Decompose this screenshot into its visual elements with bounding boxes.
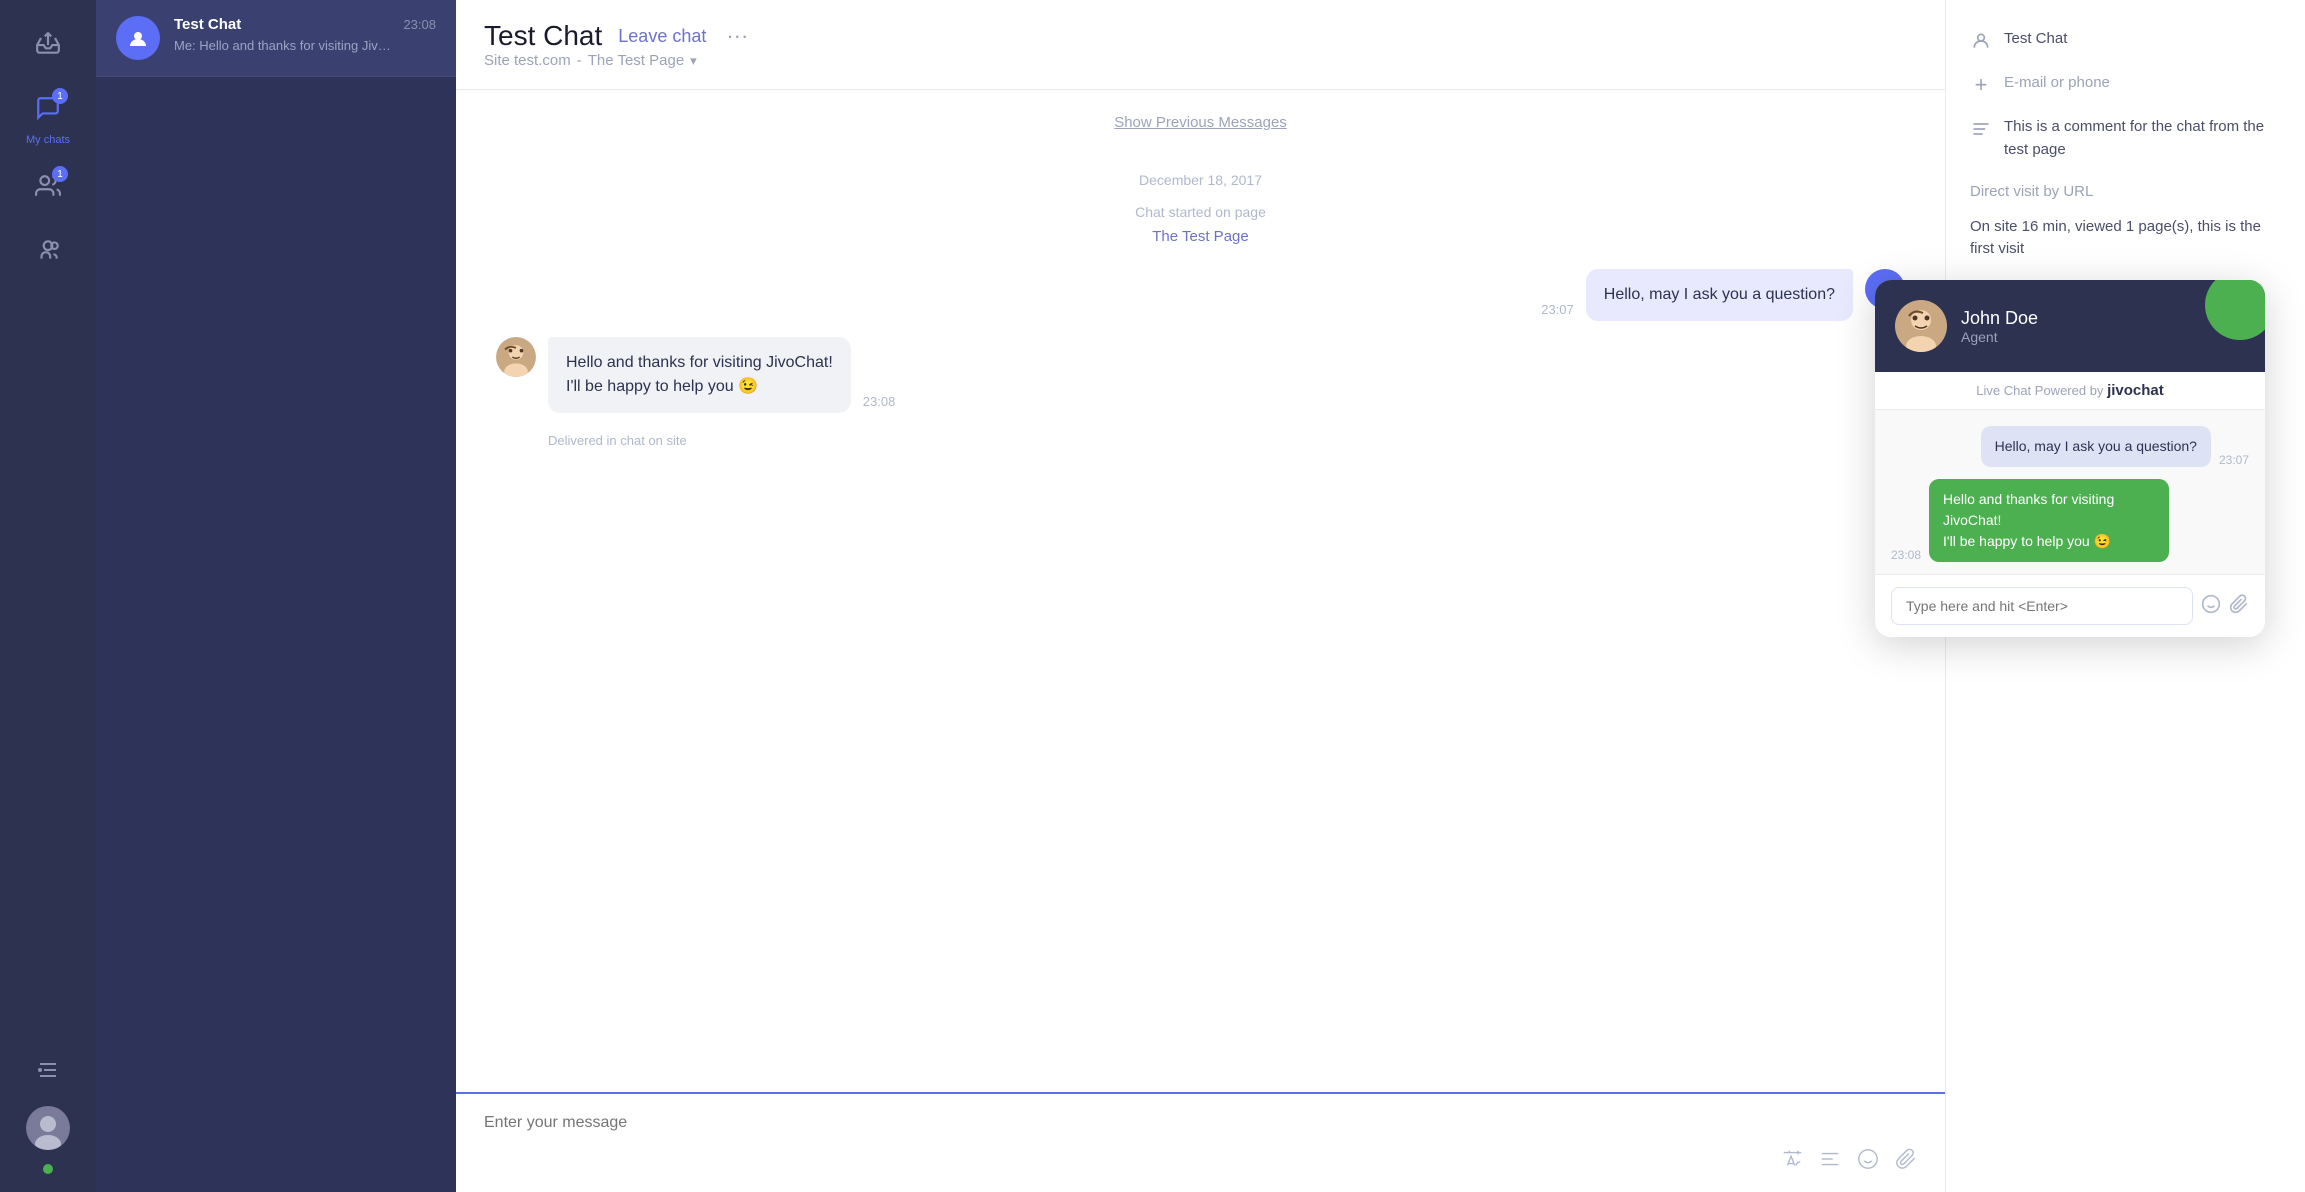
chevron-down-icon[interactable]: ▾ xyxy=(690,53,697,69)
visitor-message-bubble: Hello, may I ask you a question? xyxy=(1586,269,1853,321)
info-visit-stats: On site 16 min, viewed 1 page(s), this i… xyxy=(1970,216,2281,261)
chat-input-toolbar xyxy=(484,1148,1917,1176)
settings-icon[interactable] xyxy=(24,1046,72,1094)
agent-message-bubble: Hello and thanks for visiting JivoChat! … xyxy=(548,337,851,413)
info-comment: This is a comment for the chat from the … xyxy=(2004,116,2281,161)
widget-input-area xyxy=(1875,574,2265,637)
widget-message-row: 23:08 Hello and thanks for visiting Jivo… xyxy=(1891,479,2249,562)
info-agent-name: Test Chat xyxy=(2004,28,2067,51)
info-row-name: Test Chat xyxy=(1970,28,2281,52)
status-dot xyxy=(41,1162,55,1176)
sidebar: 1 My chats 1 xyxy=(0,0,96,1192)
chat-list-item[interactable]: Test Chat 23:08 Me: Hello and thanks for… xyxy=(96,0,456,77)
canned-responses-button[interactable] xyxy=(1819,1148,1841,1176)
user-avatar[interactable] xyxy=(26,1106,70,1150)
chat-input-area xyxy=(456,1092,1945,1192)
show-prev-link[interactable]: Show Previous Messages xyxy=(1114,114,1287,131)
chats-icon[interactable]: 1 xyxy=(24,84,72,132)
widget-input-icons xyxy=(2201,594,2249,619)
sidebar-item-chats-label: My chats xyxy=(26,134,70,146)
chat-item-avatar xyxy=(116,16,160,60)
widget-messages: 23:07 Hello, may I ask you a question? 2… xyxy=(1875,410,2265,574)
agent-message-time: 23:08 xyxy=(863,394,896,409)
chat-list-preview: Me: Hello and thanks for visiting JivoCh… xyxy=(174,37,394,55)
date-divider: December 18, 2017 xyxy=(496,172,1905,188)
inbox-icon[interactable] xyxy=(24,20,72,68)
widget-message-row: 23:07 Hello, may I ask you a question? xyxy=(1891,426,2249,467)
chat-list-panel: Test Chat 23:08 Me: Hello and thanks for… xyxy=(96,0,456,1192)
sidebar-item-contacts[interactable]: 1 xyxy=(0,158,96,214)
chat-input[interactable] xyxy=(484,1110,1917,1136)
widget-agent-bubble: Hello and thanks for visiting JivoChat! … xyxy=(1929,479,2169,562)
emoji-button[interactable] xyxy=(1857,1148,1879,1176)
comment-icon xyxy=(1970,118,1992,140)
chat-started-page: The Test Page xyxy=(496,228,1905,245)
chat-subtitle: Site test.com - The Test Page ▾ xyxy=(484,52,1917,69)
message-status: Delivered in chat on site xyxy=(548,433,1905,448)
sidebar-item-chats[interactable]: 1 My chats xyxy=(0,80,96,150)
widget-attach-icon[interactable] xyxy=(2229,594,2249,619)
agent-avatar xyxy=(496,337,536,377)
chat-header: Test Chat Leave chat ··· Site test.com -… xyxy=(456,0,1945,90)
contacts-icon[interactable]: 1 xyxy=(24,162,72,210)
chat-subtitle-site: Site test.com xyxy=(484,52,571,69)
team-icon[interactable] xyxy=(24,226,72,274)
widget-header: John Doe Agent xyxy=(1875,280,2265,372)
info-visit-type: Direct visit by URL xyxy=(1970,181,2281,204)
widget-visitor-bubble: Hello, may I ask you a question? xyxy=(1981,426,2211,467)
widget-powered-by: Live Chat Powered by jivochat xyxy=(1875,372,2265,410)
chat-messages: Show Previous Messages December 18, 2017… xyxy=(456,90,1945,1092)
widget-msg-time: 23:07 xyxy=(2219,453,2249,467)
chat-started-info: Chat started on page xyxy=(496,204,1905,220)
show-previous-messages[interactable]: Show Previous Messages xyxy=(496,114,1905,132)
widget-agent-info: John Doe Agent xyxy=(1961,308,2245,345)
info-row-email: + E-mail or phone xyxy=(1970,72,2281,96)
widget-input[interactable] xyxy=(1891,587,2193,625)
translate-button[interactable] xyxy=(1781,1148,1803,1176)
person-icon xyxy=(1970,30,1992,52)
plus-icon: + xyxy=(1970,74,1992,96)
sidebar-item-settings[interactable] xyxy=(0,1042,96,1098)
widget-agent-avatar xyxy=(1895,300,1947,352)
info-email-placeholder: E-mail or phone xyxy=(2004,72,2110,95)
widget-agent-name: John Doe xyxy=(1961,308,2245,329)
attach-button[interactable] xyxy=(1895,1148,1917,1176)
chats-badge: 1 xyxy=(52,88,68,104)
sidebar-item-team[interactable] xyxy=(0,222,96,278)
widget-overlay: John Doe Agent Live Chat Powered by jivo… xyxy=(1875,280,2265,637)
widget-emoji-icon[interactable] xyxy=(2201,594,2221,619)
message-row: Hello, may I ask you a question? 23:07 xyxy=(496,269,1905,321)
contacts-badge: 1 xyxy=(52,166,68,182)
chat-subtitle-page: The Test Page xyxy=(588,52,684,69)
widget-agent-role: Agent xyxy=(1961,329,2245,345)
main-chat: Test Chat Leave chat ··· Site test.com -… xyxy=(456,0,1945,1192)
leave-chat-button[interactable]: Leave chat xyxy=(618,26,706,47)
more-options-button[interactable]: ··· xyxy=(726,23,748,49)
chat-list-time: 23:08 xyxy=(403,17,436,32)
chat-title: Test Chat xyxy=(484,20,602,52)
chat-list-name: Test Chat xyxy=(174,16,241,33)
sidebar-item-inbox[interactable] xyxy=(0,16,96,72)
chat-list-content: Test Chat 23:08 Me: Hello and thanks for… xyxy=(174,16,436,55)
chat-header-info: Test Chat Leave chat ··· Site test.com -… xyxy=(484,20,1917,69)
visitor-message-time: 23:07 xyxy=(1541,302,1574,317)
message-row: Hello and thanks for visiting JivoChat! … xyxy=(496,337,1905,413)
info-row-comment: This is a comment for the chat from the … xyxy=(1970,116,2281,161)
widget-msg-time: 23:08 xyxy=(1891,548,1921,562)
